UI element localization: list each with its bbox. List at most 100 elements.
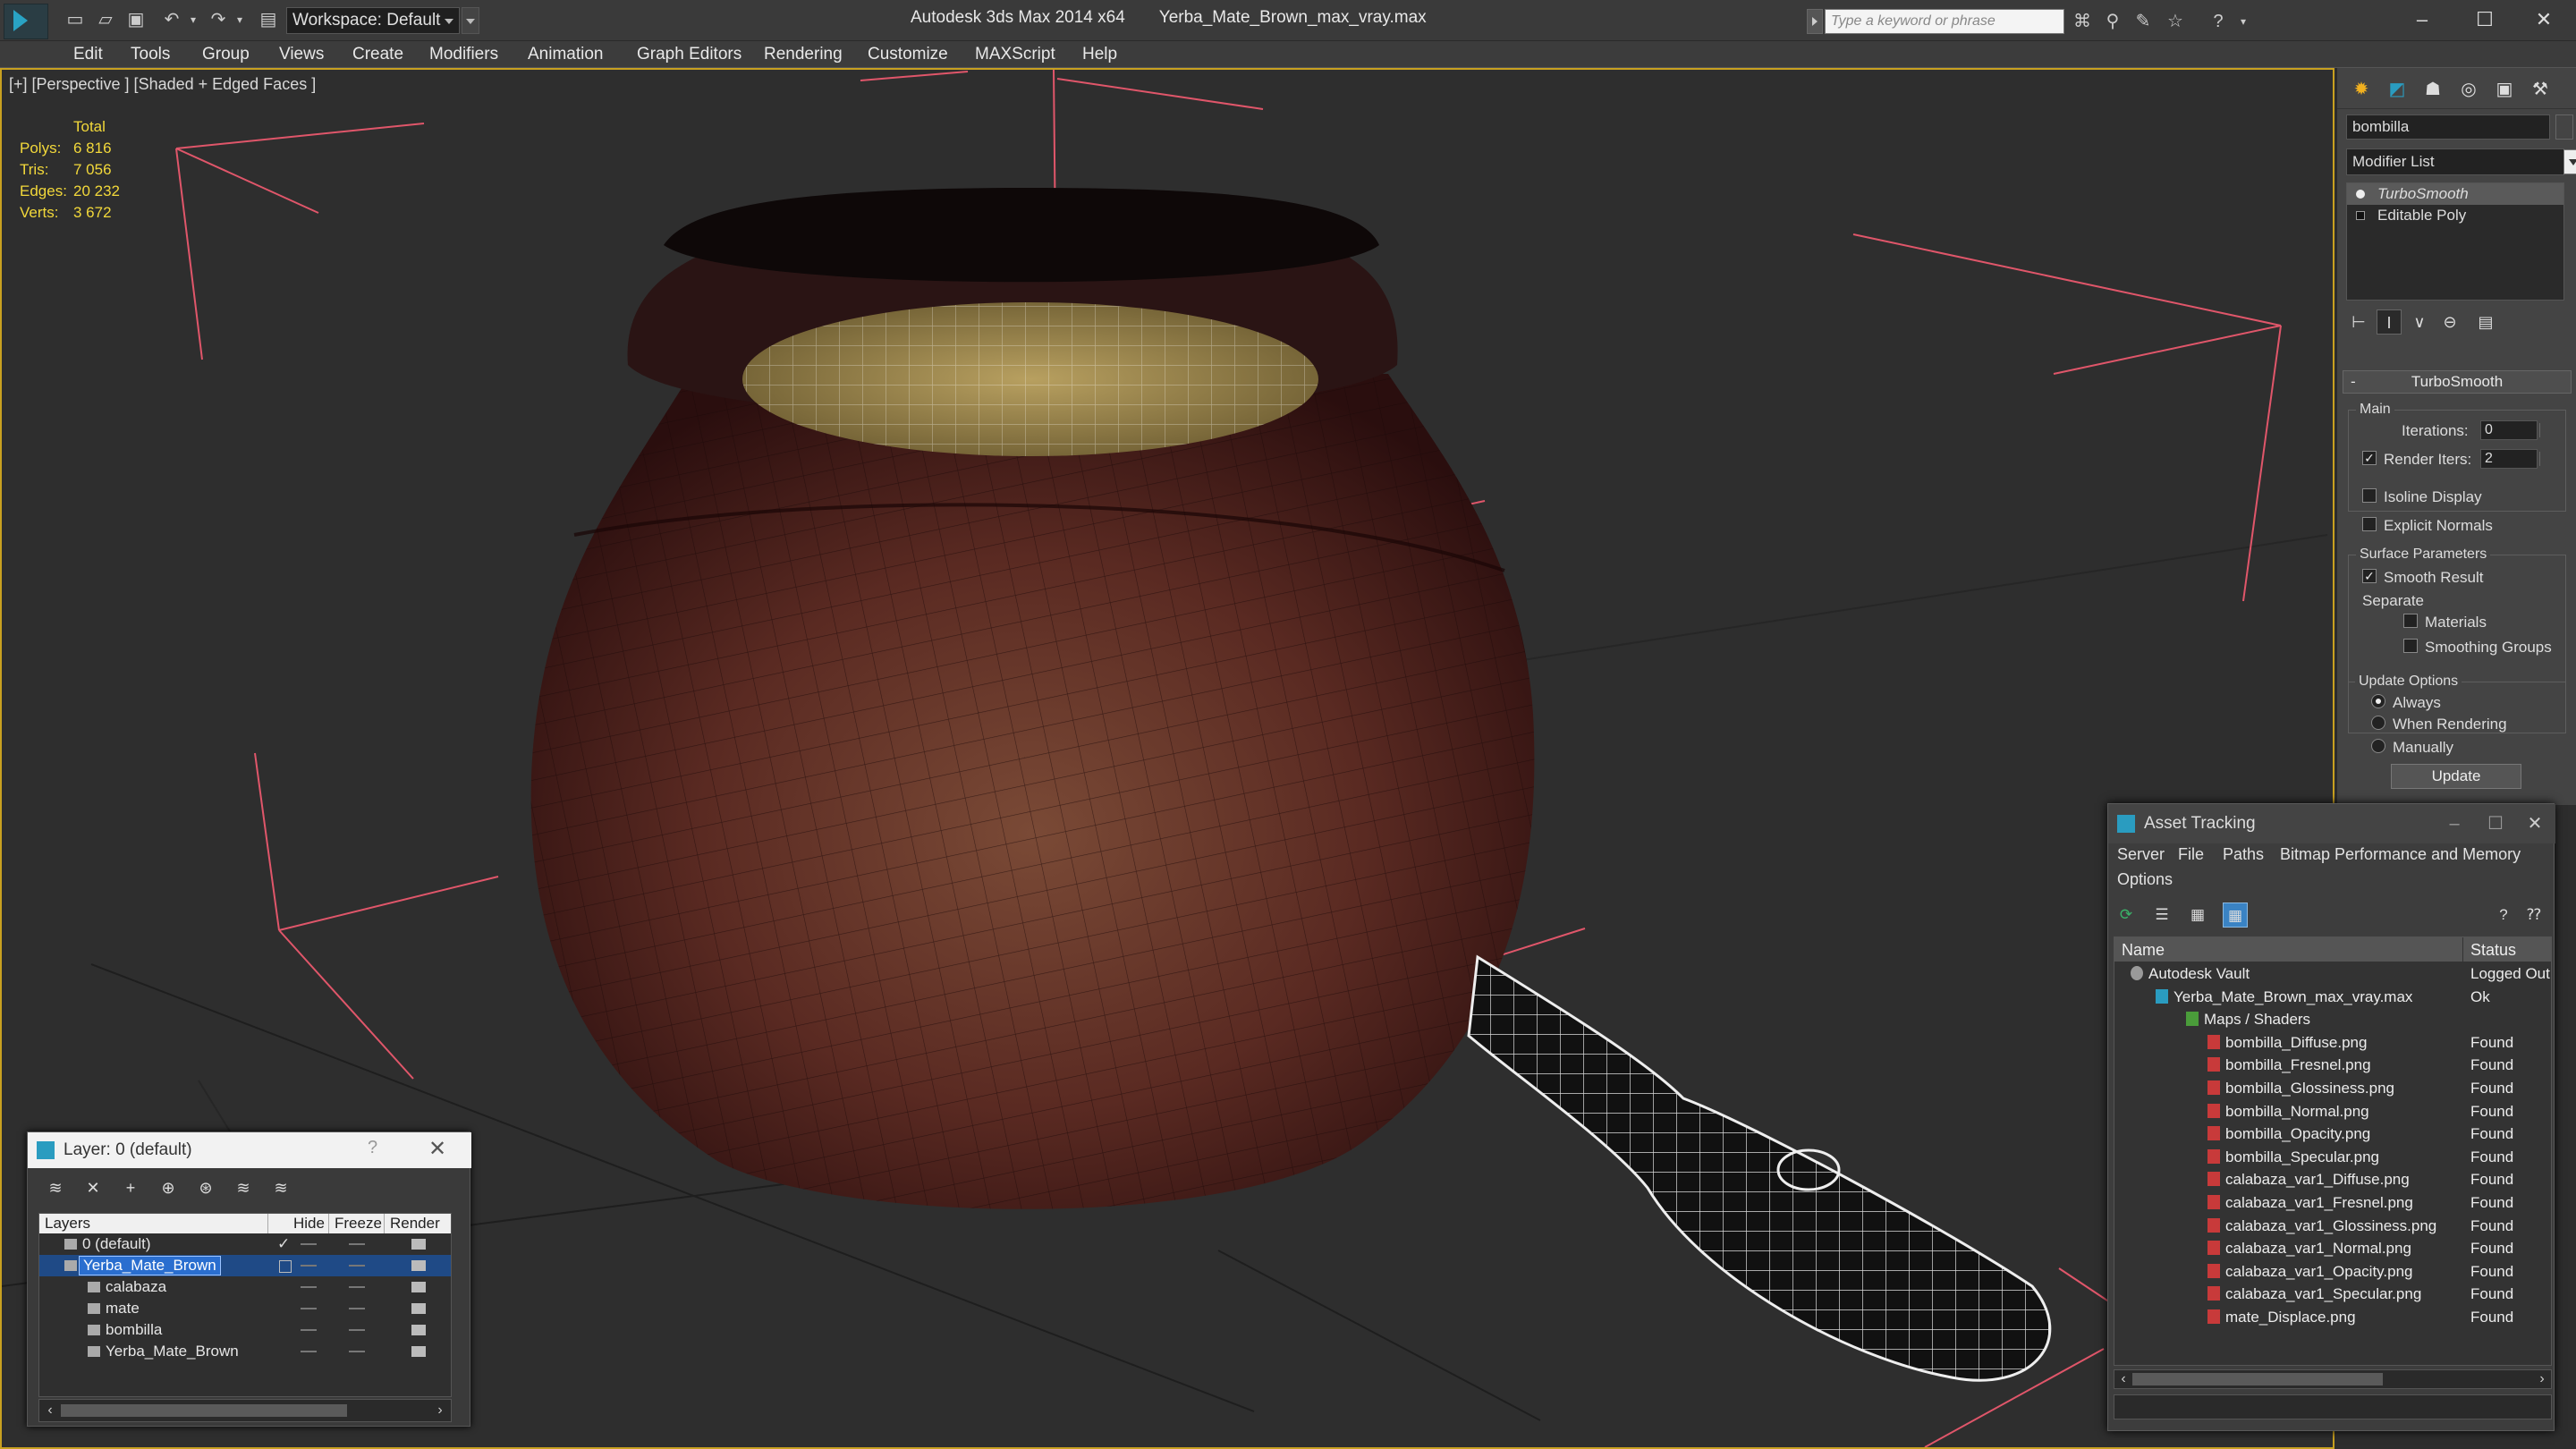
object-name[interactable]: Yerba_Mate_Brown — [106, 1341, 239, 1362]
render-teapot-icon[interactable] — [411, 1260, 426, 1271]
scrollbar-thumb[interactable] — [2132, 1373, 2383, 1385]
help-icon[interactable]: ? — [368, 1138, 377, 1158]
list-view-icon[interactable]: ☰ — [2149, 902, 2174, 928]
table-row[interactable]: bombilla_Opacity.png Found — [2114, 1123, 2551, 1146]
materials-checkbox[interactable] — [2403, 614, 2418, 628]
asset-menu-file[interactable]: File — [2178, 845, 2204, 864]
layer-row[interactable]: mate — [39, 1298, 451, 1319]
layer-horizontal-scrollbar[interactable]: ‹ › — [38, 1399, 452, 1422]
hide-toggle[interactable] — [301, 1265, 317, 1267]
chevron-down-icon[interactable] — [2563, 149, 2576, 174]
communication-icon[interactable]: ✎ — [2131, 9, 2156, 34]
help-icon[interactable]: ? — [2206, 9, 2231, 34]
modify-tab-icon[interactable]: ◩ — [2382, 75, 2412, 104]
hide-toggle[interactable] — [301, 1286, 317, 1288]
help-dropdown-icon[interactable]: ▾ — [2231, 9, 2256, 34]
object-color-swatch[interactable] — [2555, 114, 2573, 140]
object-name[interactable]: mate — [106, 1298, 140, 1319]
add-to-layer-icon[interactable]: + — [117, 1175, 144, 1200]
hide-layers-icon[interactable]: ≋ — [230, 1175, 257, 1200]
explicit-normals-checkbox[interactable] — [2362, 517, 2377, 531]
asset-menu-options[interactable]: Options — [2117, 870, 2173, 889]
menu-rendering[interactable]: Rendering — [764, 45, 843, 64]
render-teapot-icon[interactable] — [411, 1239, 426, 1250]
app-logo-icon[interactable] — [4, 4, 48, 39]
redo-dropdown-icon[interactable]: ▾ — [229, 9, 250, 30]
maximize-icon[interactable]: ☐ — [2458, 4, 2512, 36]
column-render[interactable]: Render — [385, 1214, 451, 1233]
layer-title-bar[interactable]: Layer: 0 (default) ? ✕ — [28, 1132, 471, 1168]
table-row[interactable]: Autodesk Vault Logged Out — [2114, 962, 2551, 986]
table-row[interactable]: mate_Displace.png Found — [2114, 1306, 2551, 1329]
project-folder-icon[interactable]: ▤ — [258, 9, 279, 30]
viewport-label[interactable]: [+] [Perspective ] [Shaded + Edged Faces… — [9, 75, 316, 94]
undo-icon[interactable]: ↶ — [161, 9, 182, 30]
table-row[interactable]: calabaza_var1_Normal.png Found — [2114, 1237, 2551, 1260]
freeze-toggle[interactable] — [349, 1243, 365, 1245]
close-icon[interactable]: ✕ — [428, 1136, 446, 1162]
help-icon[interactable]: ? — [2491, 902, 2516, 928]
minimize-icon[interactable]: – — [2441, 811, 2468, 836]
column-status[interactable]: Status — [2463, 937, 2551, 962]
object-name[interactable]: calabaza — [106, 1276, 166, 1298]
close-icon[interactable]: ✕ — [2521, 811, 2548, 836]
menu-tools[interactable]: Tools — [131, 45, 170, 64]
asset-menu-paths[interactable]: Paths — [2223, 845, 2264, 864]
freeze-toggle[interactable] — [349, 1308, 365, 1309]
object-name[interactable]: bombilla — [106, 1319, 162, 1341]
hide-toggle[interactable] — [301, 1243, 317, 1245]
freeze-toggle[interactable] — [349, 1265, 365, 1267]
freeze-layers-icon[interactable]: ≋ — [267, 1175, 294, 1200]
favorites-star-icon[interactable]: ☆ — [2163, 9, 2188, 34]
layer-name[interactable]: 0 (default) — [82, 1233, 151, 1255]
menu-edit[interactable]: Edit — [73, 45, 103, 64]
hierarchy-tab-icon[interactable]: ☗ — [2418, 75, 2448, 104]
subscription-icon[interactable]: ⚲ — [2100, 9, 2125, 34]
render-teapot-icon[interactable] — [411, 1282, 426, 1292]
maximize-icon[interactable]: ☐ — [2482, 811, 2509, 836]
column-freeze[interactable]: Freeze — [329, 1214, 385, 1233]
stack-item-turbosmooth[interactable]: TurboSmooth — [2347, 183, 2563, 205]
table-row[interactable]: calabaza_var1_Fresnel.png Found — [2114, 1191, 2551, 1215]
layer-row[interactable]: calabaza — [39, 1276, 451, 1298]
column-name[interactable]: Name — [2114, 937, 2463, 962]
render-iters-spinner[interactable]: 2 — [2480, 449, 2540, 469]
table-row[interactable]: Yerba_Mate_Brown_max_vray.max Ok — [2114, 986, 2551, 1009]
table-row[interactable]: calabaza_var1_Diffuse.png Found — [2114, 1168, 2551, 1191]
update-when-rendering-radio[interactable] — [2371, 716, 2385, 730]
asset-menu-bitmap-performance[interactable]: Bitmap Performance and Memory — [2280, 845, 2521, 864]
smoothing-groups-checkbox[interactable] — [2403, 639, 2418, 653]
search-input[interactable]: Type a keyword or phrase — [1825, 9, 2064, 34]
column-hide[interactable]: Hide — [288, 1214, 329, 1233]
utilities-tab-icon[interactable]: ⚒ — [2525, 75, 2555, 104]
update-always-radio[interactable] — [2371, 694, 2385, 708]
highlight-layer-icon[interactable]: ⊛ — [192, 1175, 219, 1200]
render-teapot-icon[interactable] — [411, 1303, 426, 1314]
layer-name[interactable]: Yerba_Mate_Brown — [79, 1256, 221, 1275]
render-teapot-icon[interactable] — [411, 1325, 426, 1335]
undo-dropdown-icon[interactable]: ▾ — [182, 9, 204, 30]
menu-animation[interactable]: Animation — [528, 45, 604, 64]
render-teapot-icon[interactable] — [411, 1346, 426, 1357]
menu-views[interactable]: Views — [279, 45, 324, 64]
close-icon[interactable]: ✕ — [2517, 4, 2571, 36]
smooth-result-checkbox[interactable]: ✓ — [2362, 569, 2377, 583]
freeze-toggle[interactable] — [349, 1329, 365, 1331]
table-row[interactable]: calabaza_var1_Glossiness.png Found — [2114, 1215, 2551, 1238]
quick-access-dropdown[interactable] — [462, 7, 479, 34]
hide-toggle[interactable] — [301, 1329, 317, 1331]
table-row[interactable]: bombilla_Glossiness.png Found — [2114, 1077, 2551, 1100]
modifier-list-dropdown[interactable]: Modifier List — [2346, 148, 2576, 175]
hide-toggle[interactable] — [301, 1308, 317, 1309]
asset-tracking-title-bar[interactable]: Asset Tracking – ☐ ✕ — [2108, 804, 2555, 843]
open-file-icon[interactable]: ▱ — [95, 9, 116, 30]
motion-tab-icon[interactable]: ◎ — [2453, 75, 2484, 104]
update-button[interactable]: Update — [2391, 764, 2521, 789]
configure-sets-icon[interactable]: ▤ — [2473, 309, 2498, 335]
current-layer-check-icon[interactable]: ✓ — [277, 1233, 290, 1255]
turbosmooth-rollout-header[interactable]: - TurboSmooth — [2343, 370, 2572, 394]
make-unique-icon[interactable]: ∨ — [2407, 309, 2432, 335]
scrollbar-thumb[interactable] — [61, 1404, 347, 1417]
scroll-right-icon[interactable]: › — [431, 1402, 449, 1419]
help-context-icon[interactable]: ⁇ — [2521, 902, 2546, 928]
